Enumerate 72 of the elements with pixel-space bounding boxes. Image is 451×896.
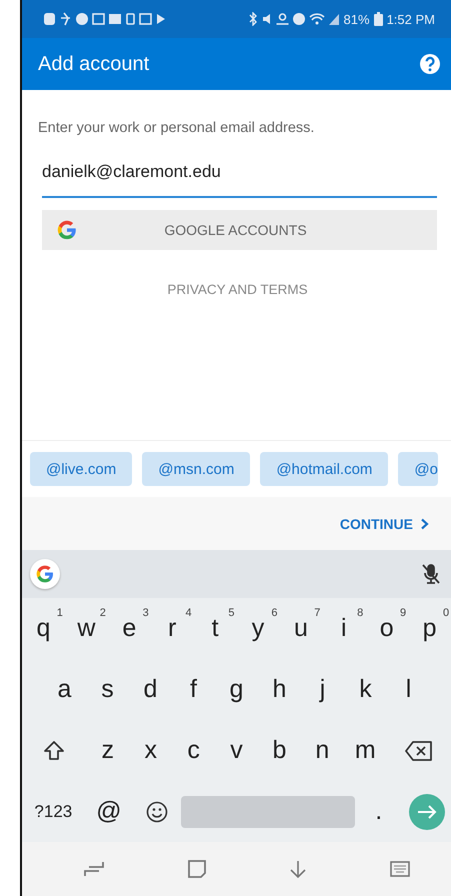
bluetooth-icon	[248, 12, 258, 26]
keyboard-key[interactable]: o 9	[365, 604, 408, 652]
backspace-icon[interactable]	[404, 740, 433, 762]
keyboard-key[interactable]: g	[215, 666, 258, 714]
key-number-hint: 9	[400, 606, 406, 618]
keyboard-key[interactable]: d	[129, 666, 172, 714]
keyboard-key[interactable]: e 3	[108, 604, 151, 652]
emoji-icon[interactable]	[146, 800, 168, 822]
signal-icon	[328, 12, 340, 26]
keyboard-key[interactable]: h	[258, 666, 301, 714]
google-logo-icon	[35, 564, 55, 584]
mute-icon	[262, 12, 272, 26]
play-icon	[156, 12, 166, 26]
key-number-hint: 3	[142, 606, 149, 618]
continue-button[interactable]: CONTINUE	[334, 514, 435, 532]
key-number-hint: 8	[357, 606, 364, 618]
keyboard-key[interactable]: x	[129, 726, 172, 774]
keyboard-key[interactable]: j	[301, 666, 344, 714]
keyboard-key[interactable]: p 0	[408, 604, 451, 652]
domain-chip[interactable]: @live.com	[30, 452, 132, 486]
symbols-key[interactable]: ?123	[22, 788, 85, 836]
enter-button[interactable]	[408, 794, 445, 830]
chevron-right-icon	[419, 518, 429, 530]
keyboard-key[interactable]: b	[258, 726, 301, 774]
domain-chip[interactable]: @hotmail.com	[260, 452, 388, 486]
key-number-hint: 1	[56, 606, 63, 618]
key-number-hint: 5	[228, 606, 235, 618]
google-logo-icon	[56, 219, 78, 241]
keyboard-key[interactable]: s	[86, 666, 129, 714]
keyboard-key[interactable]: l	[387, 666, 430, 714]
keyboard-key[interactable]: f	[172, 666, 215, 714]
keyboard-key[interactable]: @	[84, 788, 133, 836]
privacy-link[interactable]: PRIVACY AND TERMS	[167, 282, 308, 297]
battery-percentage: 81%	[344, 12, 370, 26]
keyboard-key[interactable]: y 6	[236, 604, 280, 652]
keyboard-key[interactable]: .	[354, 788, 403, 836]
keyboard-key[interactable]: q 1	[22, 604, 65, 652]
arrow-right-icon	[416, 804, 437, 818]
recent-apps-icon[interactable]	[82, 859, 105, 879]
app-bar-title: Add account	[38, 52, 150, 76]
battery-icon	[374, 12, 383, 26]
clock-time: 1:52 PM	[386, 12, 435, 26]
keyboard-key[interactable]: m	[344, 726, 387, 774]
keyboard-key[interactable]: k	[344, 666, 387, 714]
key-number-hint: 2	[100, 606, 106, 618]
google-accounts-button[interactable]: GOOGLE ACCOUNTS	[42, 210, 437, 250]
keyboard-key[interactable]: u 7	[279, 604, 322, 652]
help-icon[interactable]	[419, 53, 441, 75]
notification-icon	[44, 12, 56, 26]
keyboard-key[interactable]: z	[86, 726, 130, 774]
key-number-hint: 0	[442, 606, 450, 618]
home-icon[interactable]	[186, 859, 207, 879]
keyboard-key[interactable]: r 4	[150, 604, 194, 652]
keyboard-key[interactable]: t 5	[194, 604, 237, 652]
keyboard-key[interactable]: v	[215, 726, 258, 774]
wifi-icon	[308, 12, 325, 26]
keyboard-icon[interactable]	[390, 860, 410, 878]
key-number-hint: 6	[271, 606, 278, 618]
keyboard-key[interactable]: a	[43, 666, 86, 714]
domain-chip[interactable]: @msn.com	[142, 452, 250, 486]
mic-off-icon[interactable]	[421, 563, 441, 585]
keyboard-key[interactable]: c	[172, 726, 216, 774]
instruction-text: Enter your work or personal email address.	[38, 120, 316, 136]
shift-icon[interactable]	[42, 738, 66, 762]
google-button[interactable]	[30, 559, 60, 589]
domain-chip[interactable]: @o	[398, 452, 438, 486]
email-field[interactable]: danielk@claremont.edu	[42, 154, 437, 198]
key-number-hint: 4	[186, 606, 192, 618]
key-number-hint: 7	[314, 606, 320, 618]
down-arrow-icon[interactable]	[288, 859, 308, 879]
keyboard-key[interactable]: n	[300, 726, 344, 774]
keyboard-key[interactable]: i 8	[322, 604, 366, 652]
